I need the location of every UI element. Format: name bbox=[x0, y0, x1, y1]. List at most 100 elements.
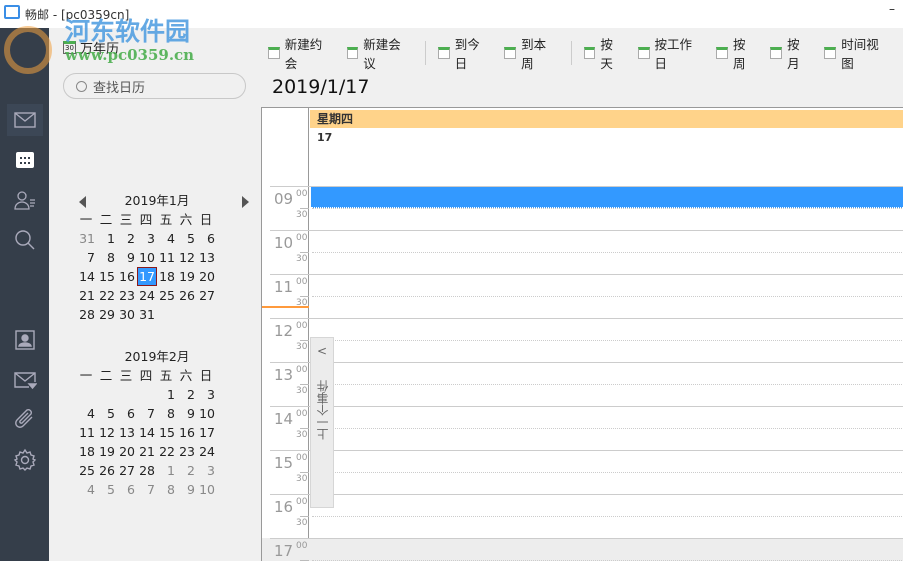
calendar-day[interactable]: 10 bbox=[197, 480, 217, 499]
calendar-day[interactable]: 28 bbox=[77, 305, 97, 324]
calendar-day[interactable]: 9 bbox=[177, 480, 197, 499]
calendar-day[interactable]: 13 bbox=[117, 423, 137, 442]
calendar-day[interactable]: 20 bbox=[117, 442, 137, 461]
hour-row[interactable]: 14 00 30 bbox=[262, 406, 903, 450]
calendar-day[interactable]: 17 bbox=[137, 267, 157, 286]
calendar-day[interactable]: 10 bbox=[137, 248, 157, 267]
calendar-day[interactable]: 12 bbox=[177, 248, 197, 267]
calendar-day[interactable]: 2 bbox=[117, 229, 137, 248]
calendar-day[interactable]: 5 bbox=[177, 229, 197, 248]
sidebar-search-icon[interactable] bbox=[7, 224, 43, 256]
toolbar-button[interactable]: 按天 bbox=[583, 34, 625, 72]
calendar-day[interactable]: 22 bbox=[97, 286, 117, 305]
toolbar-button[interactable]: 时间视图 bbox=[824, 34, 890, 72]
sidebar-contacts-icon[interactable] bbox=[7, 184, 43, 216]
sidebar-mail-icon[interactable] bbox=[7, 104, 43, 136]
sidebar-mail-filter-icon[interactable] bbox=[7, 364, 43, 396]
calendar-day[interactable]: 26 bbox=[177, 286, 197, 305]
calendar-day[interactable]: 14 bbox=[137, 423, 157, 442]
calendar-day[interactable]: 21 bbox=[137, 442, 157, 461]
calendar-day[interactable]: 14 bbox=[77, 267, 97, 286]
calendar-day[interactable]: 26 bbox=[97, 461, 117, 480]
calendar-day[interactable]: 15 bbox=[97, 267, 117, 286]
calendar-day[interactable]: 6 bbox=[117, 404, 137, 423]
calendar-day[interactable]: 9 bbox=[177, 404, 197, 423]
calendar-day[interactable]: 22 bbox=[157, 442, 177, 461]
calendar-day[interactable]: 1 bbox=[97, 229, 117, 248]
calendar-day[interactable]: 29 bbox=[97, 305, 117, 324]
calendar-day[interactable]: 6 bbox=[197, 229, 217, 248]
calendar-day[interactable]: 15 bbox=[157, 423, 177, 442]
calendar-day[interactable]: 2 bbox=[177, 385, 197, 404]
calendar-day[interactable]: 1 bbox=[157, 461, 177, 480]
calendar-day[interactable]: 12 bbox=[97, 423, 117, 442]
calendar-day[interactable]: 2 bbox=[177, 461, 197, 480]
calendar-day[interactable]: 7 bbox=[137, 480, 157, 499]
calendar-day[interactable]: 5 bbox=[97, 480, 117, 499]
calendar-day[interactable]: 8 bbox=[157, 480, 177, 499]
toolbar-button[interactable]: 新建约会 bbox=[268, 34, 334, 72]
sidebar-calendar-icon[interactable] bbox=[7, 144, 43, 176]
toolbar-button[interactable]: 到今日 bbox=[438, 34, 491, 72]
toolbar-button[interactable]: 按月 bbox=[770, 34, 811, 72]
calendar-day[interactable]: 27 bbox=[117, 461, 137, 480]
calendar-day[interactable]: 19 bbox=[97, 442, 117, 461]
calendar-day[interactable]: 6 bbox=[117, 480, 137, 499]
calendar-day[interactable]: 27 bbox=[197, 286, 217, 305]
calendar-day[interactable]: 7 bbox=[77, 248, 97, 267]
calendar-day[interactable]: 1 bbox=[157, 385, 177, 404]
toolbar-button[interactable]: 按周 bbox=[716, 34, 757, 72]
hour-row[interactable]: 10 00 30 bbox=[262, 230, 903, 274]
calendar-day[interactable]: 23 bbox=[117, 286, 137, 305]
minimize-button[interactable]: – bbox=[889, 2, 895, 16]
sidebar-attachment-icon[interactable] bbox=[7, 404, 43, 436]
calendar-day[interactable]: 8 bbox=[97, 248, 117, 267]
next-month-arrow-icon[interactable] bbox=[242, 196, 249, 208]
calendar-day[interactable]: 11 bbox=[157, 248, 177, 267]
calendar-day[interactable]: 9 bbox=[117, 248, 137, 267]
calendar-day[interactable]: 4 bbox=[157, 229, 177, 248]
hour-row[interactable]: 12 00 30 bbox=[262, 318, 903, 362]
hour-row[interactable]: 170030 bbox=[262, 538, 903, 561]
toolbar-button[interactable]: 按工作日 bbox=[637, 34, 704, 72]
calendar-day[interactable]: 24 bbox=[197, 442, 217, 461]
calendar-day[interactable]: 25 bbox=[77, 461, 97, 480]
calendar-day[interactable]: 3 bbox=[197, 461, 217, 480]
toolbar-button[interactable]: 新建会议 bbox=[346, 34, 413, 72]
calendar-day[interactable]: 18 bbox=[157, 267, 177, 286]
calendar-day[interactable]: 31 bbox=[137, 305, 157, 324]
calendar-day[interactable]: 21 bbox=[77, 286, 97, 305]
calendar-day[interactable]: 18 bbox=[77, 442, 97, 461]
calendar-day[interactable]: 7 bbox=[137, 404, 157, 423]
calendar-day[interactable]: 19 bbox=[177, 267, 197, 286]
calendar-day[interactable]: 24 bbox=[137, 286, 157, 305]
calendar-day[interactable]: 31 bbox=[77, 229, 97, 248]
calendar-day[interactable]: 8 bbox=[157, 404, 177, 423]
calendar-day[interactable]: 17 bbox=[197, 423, 217, 442]
calendar-search-input[interactable]: 查找日历 bbox=[63, 73, 246, 99]
hour-row[interactable]: 16 00 30 bbox=[262, 494, 903, 538]
calendar-day[interactable]: 11 bbox=[77, 423, 97, 442]
calendar-day[interactable]: 3 bbox=[197, 385, 217, 404]
hour-row[interactable]: 13 00 30 bbox=[262, 362, 903, 406]
calendar-day[interactable]: 4 bbox=[77, 480, 97, 499]
hour-row[interactable]: 15 00 30 bbox=[262, 450, 903, 494]
calendar-day[interactable]: 5 bbox=[97, 404, 117, 423]
previous-event-button[interactable]: < 上一个事件 bbox=[310, 337, 334, 508]
prev-month-arrow-icon[interactable] bbox=[79, 196, 86, 208]
calendar-day[interactable]: 10 bbox=[197, 404, 217, 423]
hour-row[interactable]: 11 00 30 bbox=[262, 274, 903, 318]
calendar-day[interactable]: 3 bbox=[137, 229, 157, 248]
sidebar-settings-icon[interactable] bbox=[7, 444, 43, 476]
calendar-day[interactable]: 30 bbox=[117, 305, 137, 324]
calendar-day[interactable]: 25 bbox=[157, 286, 177, 305]
calendar-day[interactable]: 20 bbox=[197, 267, 217, 286]
toolbar-button[interactable]: 到本周 bbox=[504, 34, 557, 72]
calendar-day[interactable]: 16 bbox=[117, 267, 137, 286]
calendar-day[interactable]: 4 bbox=[77, 404, 97, 423]
sidebar-address-book-icon[interactable] bbox=[7, 324, 43, 356]
selected-time-slot[interactable] bbox=[311, 187, 903, 208]
calendar-day[interactable]: 28 bbox=[137, 461, 157, 480]
calendar-day[interactable]: 13 bbox=[197, 248, 217, 267]
calendar-day[interactable]: 23 bbox=[177, 442, 197, 461]
